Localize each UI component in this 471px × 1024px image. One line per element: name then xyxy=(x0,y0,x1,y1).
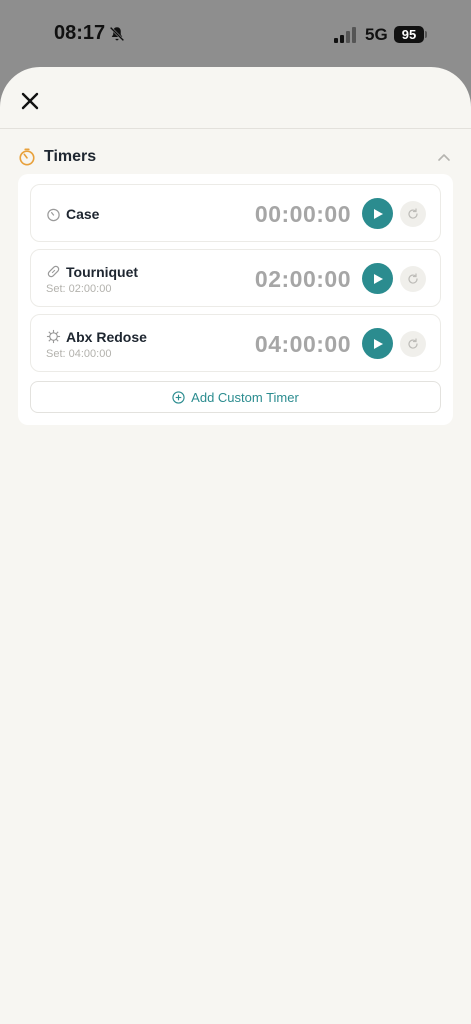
timer-value: 02:00:00 xyxy=(254,266,351,292)
play-icon xyxy=(373,338,383,349)
status-bar: 08:17 5G 95 xyxy=(0,0,471,68)
signal-icon xyxy=(334,27,356,43)
chevron-up-icon[interactable] xyxy=(437,150,451,164)
timers-sheet: Timers Case 00:00:00 Tourniquet Set: 02:… xyxy=(0,67,471,1024)
section-title: Timers xyxy=(44,148,97,165)
timer-row-case: Case 00:00:00 xyxy=(30,184,441,242)
timers-card: Case 00:00:00 Tourniquet Set: 02:00:00 0… xyxy=(18,174,453,425)
plus-circle-icon xyxy=(172,390,185,404)
timer-value: 04:00:00 xyxy=(254,331,351,357)
reset-icon xyxy=(408,208,418,219)
play-button[interactable] xyxy=(362,263,393,294)
bandage-icon xyxy=(47,265,60,278)
timer-set-value: Set: 04:00:00 xyxy=(46,348,112,360)
timer-name: Tourniquet xyxy=(66,264,139,280)
reset-button[interactable] xyxy=(400,266,426,292)
reset-button[interactable] xyxy=(400,331,426,357)
timer-set-value: Set: 02:00:00 xyxy=(46,283,112,295)
stopwatch-icon xyxy=(47,208,60,222)
timer-value: 00:00:00 xyxy=(254,201,351,227)
reset-icon xyxy=(408,338,418,349)
close-button[interactable] xyxy=(18,89,42,113)
timer-row-abx-redose: Abx Redose Set: 04:00:00 04:00:00 xyxy=(30,314,441,372)
sheet-header xyxy=(0,67,471,129)
add-custom-timer-button[interactable]: Add Custom Timer xyxy=(30,381,441,413)
play-icon xyxy=(373,208,383,219)
status-time: 08:17 xyxy=(54,22,106,44)
battery-indicator: 95 xyxy=(394,26,424,43)
play-icon xyxy=(373,273,383,284)
timer-name: Case xyxy=(66,206,100,222)
timer-icon xyxy=(19,148,35,166)
add-custom-timer-label: Add Custom Timer xyxy=(191,389,299,405)
bell-off-icon xyxy=(109,26,125,42)
play-button[interactable] xyxy=(362,198,393,229)
timer-name: Abx Redose xyxy=(66,329,147,345)
close-icon xyxy=(21,92,39,110)
reset-button[interactable] xyxy=(400,201,426,227)
timers-section-header[interactable]: Timers xyxy=(18,145,453,169)
play-button[interactable] xyxy=(362,328,393,359)
network-label: 5G xyxy=(365,25,388,44)
bacteria-icon xyxy=(46,329,61,344)
battery-tip xyxy=(425,31,427,38)
timer-row-tourniquet: Tourniquet Set: 02:00:00 02:00:00 xyxy=(30,249,441,307)
reset-icon xyxy=(408,273,418,284)
